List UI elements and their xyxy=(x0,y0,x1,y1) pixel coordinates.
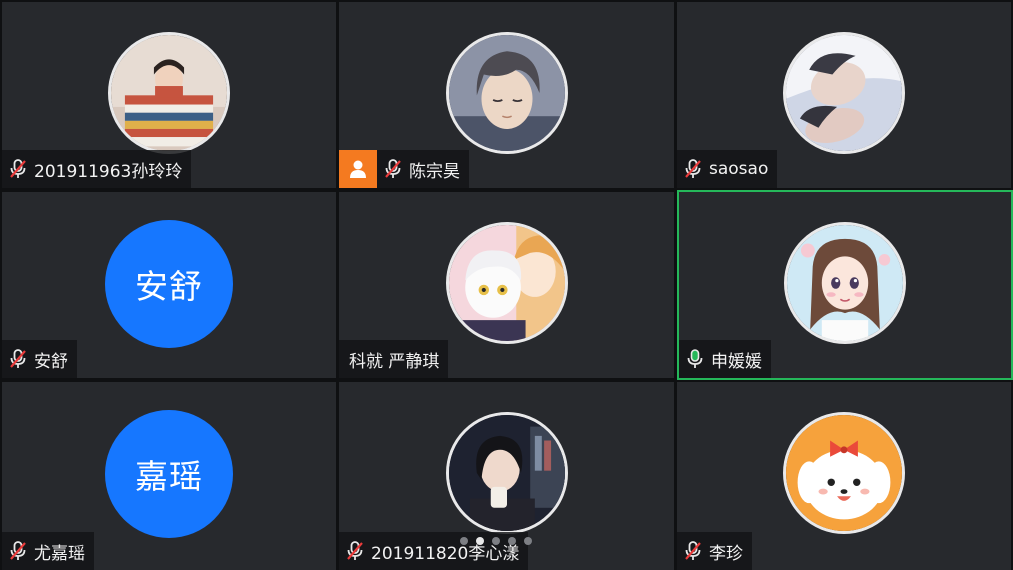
host-icon xyxy=(339,150,377,188)
participant-name-tag: 陈宗昊 xyxy=(339,150,469,188)
mic-muted-icon[interactable] xyxy=(683,158,703,180)
participant-name: 安舒 xyxy=(34,351,68,372)
mic-active-icon[interactable] xyxy=(685,348,705,370)
participant-name: 科就 严静琪 xyxy=(349,351,440,372)
participant-tile-chen-zonghao[interactable]: 陈宗昊 xyxy=(339,2,674,188)
participant-avatar xyxy=(108,32,230,154)
participant-tile-li-zhen[interactable]: 李珍 xyxy=(677,382,1011,570)
mic-muted-icon[interactable] xyxy=(383,158,403,180)
participant-name: 李珍 xyxy=(709,543,743,564)
participant-name-tag: 李珍 xyxy=(677,532,752,570)
participant-name-tag: 安舒 xyxy=(2,340,77,378)
participant-name-tag: saosao xyxy=(677,150,778,188)
participant-name: 申媛媛 xyxy=(711,351,762,372)
mic-muted-icon[interactable] xyxy=(8,348,28,370)
participant-tile-saosao[interactable]: saosao xyxy=(677,2,1011,188)
participant-avatar xyxy=(784,222,906,344)
participant-initials-avatar: 安舒 xyxy=(105,220,233,348)
page-indicator[interactable] xyxy=(460,537,532,545)
participant-tile-an-shu[interactable]: 安舒 安舒 xyxy=(2,192,336,378)
mic-muted-icon[interactable] xyxy=(8,158,28,180)
mic-muted-icon[interactable] xyxy=(345,540,365,562)
participant-name-tag: 尤嘉瑶 xyxy=(2,532,94,570)
page-dot[interactable] xyxy=(476,537,484,545)
mic-muted-icon[interactable] xyxy=(683,540,703,562)
participant-tile-shen-yuanyuan[interactable]: 申媛媛 xyxy=(677,190,1013,380)
participant-initials-avatar: 嘉瑶 xyxy=(105,410,233,538)
participant-tile-sun-lingling[interactable]: 201911963孙玲玲 xyxy=(2,2,336,188)
participant-name: 尤嘉瑶 xyxy=(34,543,85,564)
participant-avatar xyxy=(783,412,905,534)
participant-name-tag: 科就 严静琪 xyxy=(339,340,449,378)
participant-avatar xyxy=(783,32,905,154)
participant-name: saosao xyxy=(709,159,769,179)
participant-tile-yan-jingqi[interactable]: 科就 严静琪 xyxy=(339,192,674,378)
participant-avatar xyxy=(445,32,568,154)
participant-name: 陈宗昊 xyxy=(409,161,460,182)
mic-muted-icon[interactable] xyxy=(8,540,28,562)
participant-tile-you-jiayao[interactable]: 嘉瑶 尤嘉瑶 xyxy=(2,382,336,570)
participant-name-tag: 201911963孙玲玲 xyxy=(2,150,192,188)
participant-avatar xyxy=(445,222,568,344)
avatar-initials: 安舒 xyxy=(135,267,203,306)
participant-name: 201911963孙玲玲 xyxy=(34,161,183,182)
page-dot[interactable] xyxy=(492,537,500,545)
page-dot[interactable] xyxy=(524,537,532,545)
page-dot[interactable] xyxy=(460,537,468,545)
video-grid: 201911963孙玲玲 陈宗昊 saosao 安舒 安舒 科就 严静琪 申媛媛… xyxy=(0,0,1013,570)
avatar-initials: 嘉瑶 xyxy=(135,457,203,496)
participant-name-tag: 申媛媛 xyxy=(679,340,771,378)
page-dot[interactable] xyxy=(508,537,516,545)
participant-avatar xyxy=(445,412,568,534)
